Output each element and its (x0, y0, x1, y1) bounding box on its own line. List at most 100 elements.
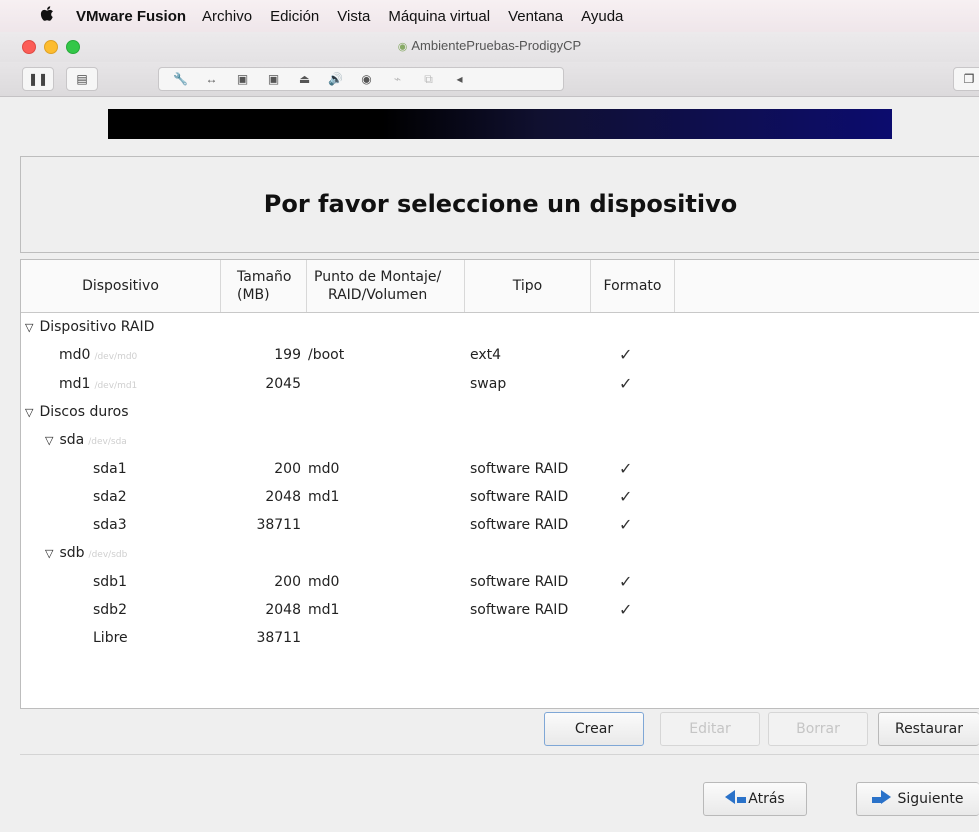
fullscreen-button[interactable]: ❐ (953, 67, 979, 91)
size-cell: 199 (274, 347, 301, 364)
device-name: sda3 (93, 517, 127, 534)
tree-row[interactable]: sdb2 2048 md1 software RAID ✓ (21, 597, 979, 625)
menu-ventana[interactable]: Ventana (508, 8, 563, 25)
tree-row[interactable]: md1/dev/md1 2045 swap ✓ (21, 371, 979, 399)
device-name: Libre (93, 630, 128, 647)
back-button[interactable]: Atrás (703, 782, 807, 816)
tree-row[interactable]: sda1 200 md0 software RAID ✓ (21, 456, 979, 484)
device-path: /dev/sda (88, 437, 127, 448)
hard-disk-2-icon[interactable]: ▣ (258, 72, 289, 86)
tree-row[interactable]: Libre 38711 (21, 625, 979, 653)
tree-row[interactable]: md0/dev/md0 199/boot ext4 ✓ (21, 342, 979, 370)
col-header-device[interactable]: Dispositivo (21, 260, 221, 312)
tree-row[interactable]: sda3 38711 software RAID ✓ (21, 512, 979, 540)
tree-row[interactable]: sda2 2048 md1 software RAID ✓ (21, 484, 979, 512)
menu-archivo[interactable]: Archivo (202, 8, 252, 25)
format-checkmark-icon[interactable]: ✓ (619, 572, 632, 591)
device-path: /dev/md1 (94, 380, 138, 391)
mount-cell: md0 (308, 573, 340, 590)
format-checkmark-icon[interactable]: ✓ (619, 515, 632, 534)
window-title: ◉ AmbientePruebas-ProdigyCP (0, 38, 979, 53)
format-checkmark-icon[interactable]: ✓ (619, 374, 632, 393)
page-title: Por favor seleccione un dispositivo (263, 190, 738, 218)
menu-ayuda[interactable]: Ayuda (581, 8, 623, 25)
vm-toolbar: ❚❚ ▤ 🔧 ↔ ▣ ▣ ⏏ 🔊 ◉ ⌁ ⧉ ◂ ❐ (0, 62, 979, 97)
device-name: Dispositivo RAID (39, 319, 155, 335)
next-button-label: Siguiente (897, 791, 964, 807)
menu-vista[interactable]: Vista (337, 8, 370, 25)
back-button-label: Atrás (748, 791, 785, 807)
device-controls-group: 🔧 ↔ ▣ ▣ ⏏ 🔊 ◉ ⌁ ⧉ ◂ (158, 67, 564, 91)
type-cell: software RAID (470, 460, 569, 477)
size-cell: 200 (274, 573, 301, 590)
device-name: sda1 (93, 460, 127, 477)
device-name: sdb2 (93, 602, 127, 618)
format-checkmark-icon[interactable]: ✓ (619, 345, 632, 364)
device-path: /dev/md0 (94, 352, 138, 363)
network-icon[interactable]: ↔ (196, 72, 227, 86)
menu-maquina-virtual[interactable]: Máquina virtual (388, 8, 490, 25)
size-cell: 2048 (265, 488, 301, 505)
device-tree[interactable]: Dispositivo Tamaño (MB) Punto de Montaje… (20, 259, 979, 709)
window-titlebar: ◉ AmbientePruebas-ProdigyCP (0, 32, 979, 62)
type-cell: ext4 (470, 347, 502, 364)
col-format-label: Formato (603, 278, 662, 294)
tree-group-row[interactable]: ▽ Dispositivo RAID (21, 314, 979, 342)
create-button[interactable]: Crear (544, 712, 644, 746)
device-name-cell: sdb2 (93, 602, 127, 618)
button-separator (20, 754, 979, 755)
cd-dvd-icon[interactable]: ⏏ (289, 72, 320, 86)
col-header-format[interactable]: Formato (591, 260, 675, 312)
device-name: Discos duros (39, 403, 129, 420)
col-type-label: Tipo (512, 278, 543, 294)
usb-icon[interactable]: ⌁ (382, 72, 413, 86)
sound-icon[interactable]: 🔊 (320, 72, 351, 86)
device-name-cell: ▽ Discos duros (25, 404, 129, 420)
mount-cell: /boot (308, 347, 345, 364)
reset-button[interactable]: Restaurar (878, 712, 979, 746)
tree-group-row[interactable]: ▽ Discos duros (21, 399, 979, 427)
type-cell: software RAID (470, 573, 569, 590)
menu-edicion[interactable]: Edición (270, 8, 319, 25)
size-cell: 38711 (256, 630, 301, 647)
mount-cell: md1 (308, 488, 340, 505)
camera-icon[interactable]: ◉ (351, 72, 382, 86)
device-name-cell: ▽ Dispositivo RAID (25, 319, 154, 335)
pause-button[interactable]: ❚❚ (22, 67, 54, 91)
tree-group-row[interactable]: ▽ sdb/dev/sdb (21, 540, 979, 568)
format-checkmark-icon[interactable]: ✓ (619, 487, 632, 506)
device-name-cell: ▽ sda/dev/sda (45, 432, 127, 448)
edit-button[interactable]: Editar (660, 712, 760, 746)
back-arrow-icon (725, 790, 747, 808)
device-name-cell: sda2 (93, 489, 127, 505)
delete-button[interactable]: Borrar (768, 712, 868, 746)
col-header-mount[interactable]: Punto de Montaje/ RAID/Volumen (307, 260, 465, 312)
device-name-cell: md1/dev/md1 (59, 376, 137, 392)
window-title-text: AmbientePruebas-ProdigyCP (411, 38, 582, 53)
type-cell: software RAID (470, 488, 569, 505)
device-table-header: Dispositivo Tamaño (MB) Punto de Montaje… (21, 260, 979, 313)
device-name: md1 (59, 375, 91, 392)
expander-triangle-icon[interactable]: ▽ (45, 547, 53, 560)
tree-row[interactable]: sdb1 200 md0 software RAID ✓ (21, 569, 979, 597)
more-arrow-icon[interactable]: ◂ (444, 72, 475, 86)
edit-button-label: Editar (689, 721, 731, 737)
mount-cell: md0 (308, 460, 340, 477)
col-header-type[interactable]: Tipo (465, 260, 591, 312)
format-checkmark-icon[interactable]: ✓ (619, 459, 632, 478)
expander-triangle-icon[interactable]: ▽ (45, 434, 53, 447)
next-button[interactable]: Siguiente (856, 782, 979, 816)
hard-disk-1-icon[interactable]: ▣ (227, 72, 258, 86)
size-cell: 200 (274, 460, 301, 477)
expander-triangle-icon[interactable]: ▽ (25, 406, 33, 419)
menu-app-name[interactable]: VMware Fusion (76, 8, 186, 25)
snapshots-button[interactable]: ▤ (66, 67, 98, 91)
display-icon[interactable]: ⧉ (413, 72, 444, 87)
expander-triangle-icon[interactable]: ▽ (25, 321, 33, 334)
pause-icon: ❚❚ (27, 72, 49, 86)
tree-group-row[interactable]: ▽ sda/dev/sda (21, 427, 979, 455)
apple-menu-icon[interactable] (40, 5, 54, 27)
col-header-size[interactable]: Tamaño (MB) (221, 260, 307, 312)
format-checkmark-icon[interactable]: ✓ (619, 600, 632, 619)
settings-wrench-icon[interactable]: 🔧 (165, 72, 196, 86)
